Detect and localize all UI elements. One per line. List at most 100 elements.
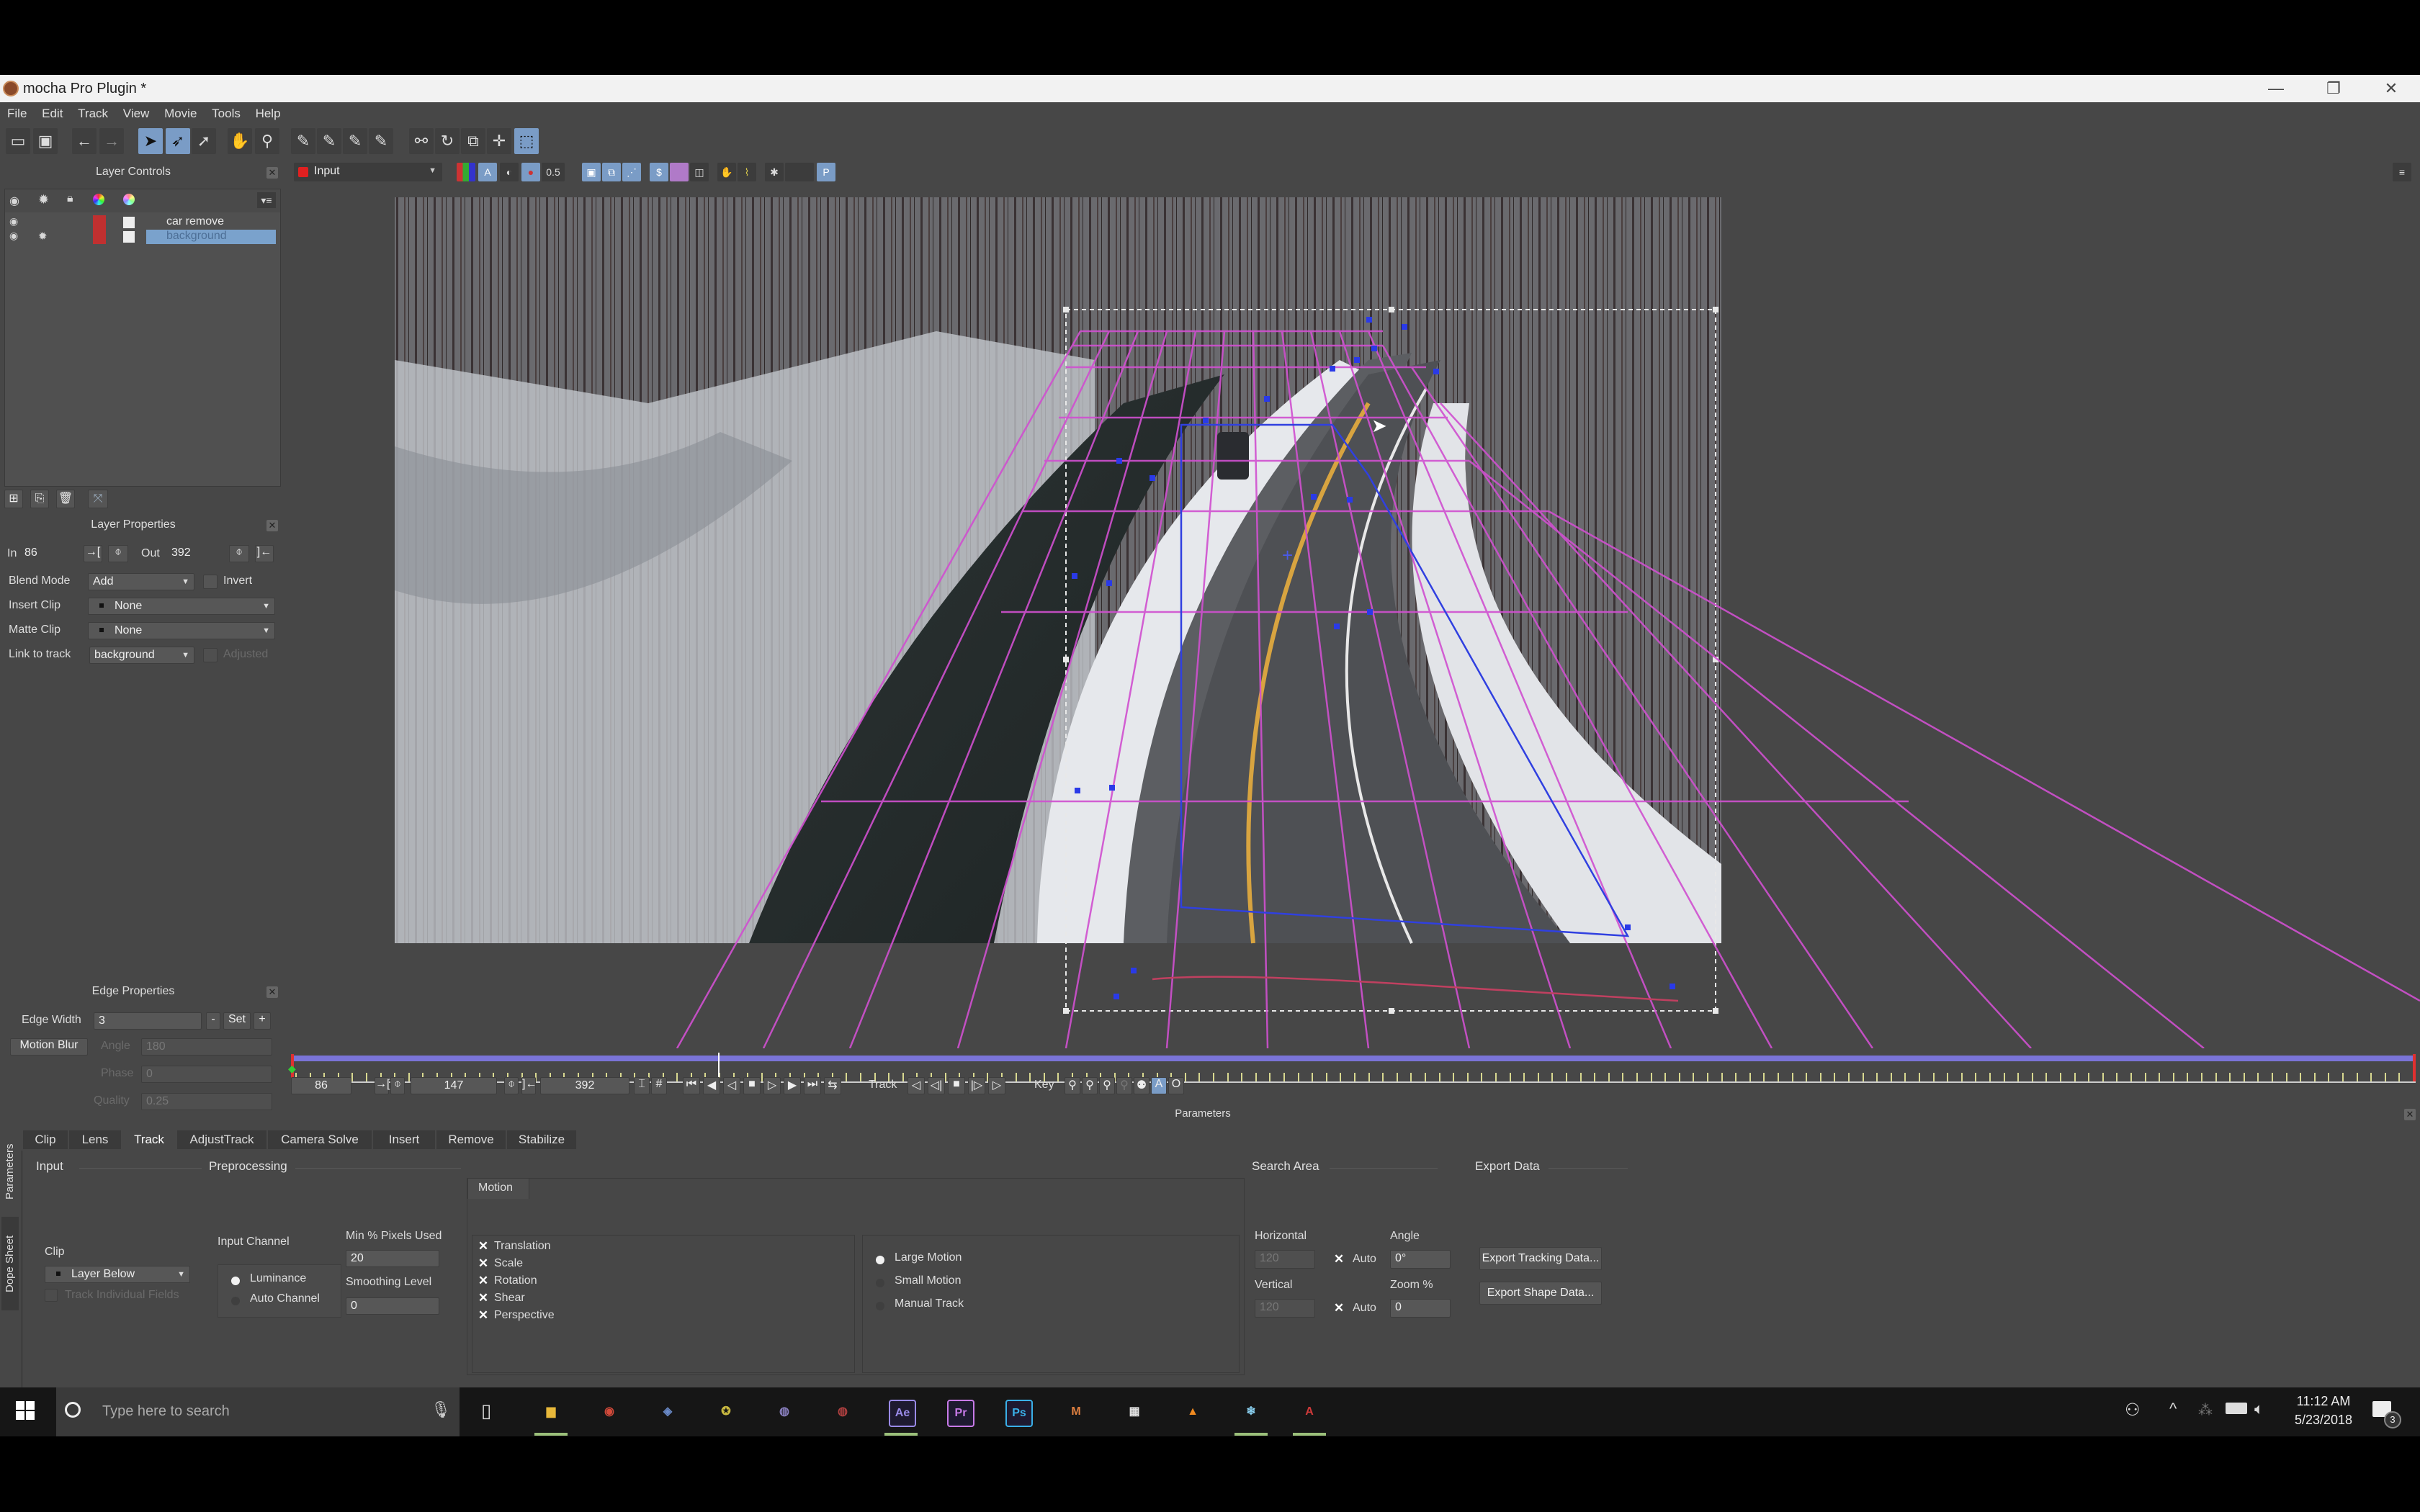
show-hidden-icons-chevron[interactable]: ^ (2169, 1400, 2177, 1418)
motion-tab[interactable]: Motion (467, 1178, 529, 1199)
undo-arrow-icon[interactable]: ← (72, 128, 97, 154)
small-motion-radio[interactable] (876, 1279, 884, 1287)
zoom-field[interactable]: 0 (1390, 1299, 1451, 1318)
viewer-menu-icon[interactable]: ≡ (2393, 163, 2411, 181)
menu-movie[interactable]: Movie (164, 102, 197, 125)
select-bezier-icon[interactable]: ➶ (166, 128, 190, 154)
proxy-button[interactable]: P (817, 163, 835, 181)
app-red-disc-icon[interactable]: ◍ (830, 1400, 855, 1424)
zoom-magnifier-icon[interactable]: ⚲ (255, 128, 279, 154)
surface-icon[interactable]: $ (650, 163, 668, 181)
adjusted-checkbox[interactable] (203, 648, 218, 662)
vertical-auto-checkbox[interactable]: ✕ (1332, 1302, 1345, 1315)
clip-dropdown[interactable]: Input ▼ (294, 163, 442, 181)
go-to-start-icon[interactable]: ⏮ (683, 1077, 700, 1094)
show-layer-icon[interactable]: ▣ (582, 163, 601, 181)
close-icon[interactable]: ✕ (2404, 1109, 2416, 1120)
matte-color-icon[interactable] (123, 194, 135, 205)
frame-range-icon[interactable]: # (651, 1077, 667, 1094)
bezier-pen-icon[interactable]: ✎ (343, 128, 367, 154)
volume-icon[interactable]: 🔈︎ (2254, 1400, 2264, 1418)
people-icon[interactable]: ⚇ (2125, 1400, 2141, 1421)
premiere-icon[interactable]: Pr (947, 1400, 974, 1427)
eye-icon[interactable]: ◉ (9, 230, 18, 242)
rotation-checkbox[interactable]: ✕ (477, 1274, 490, 1287)
maximize-button[interactable]: ❐ (2319, 78, 2348, 99)
track-stop-icon[interactable]: ■ (948, 1077, 965, 1094)
scale-checkbox[interactable]: ✕ (477, 1257, 490, 1270)
horizontal-auto-checkbox[interactable]: ✕ (1332, 1253, 1345, 1266)
move-icon[interactable]: ✛ (487, 128, 511, 154)
surface-select-icon[interactable]: ⬚ (514, 128, 539, 154)
close-icon[interactable]: ✕ (266, 167, 278, 179)
app-purple-disc-icon[interactable]: ◍ (772, 1400, 797, 1424)
mocha-icon[interactable]: M (1064, 1400, 1088, 1424)
eye-icon[interactable]: ◉ (9, 215, 18, 228)
in-keyframe-icon[interactable]: ⌽ (390, 1077, 405, 1094)
play-forward-icon[interactable]: ▶ (784, 1077, 801, 1094)
stabilize-hand-icon[interactable]: ✋ (717, 163, 736, 181)
track-fields-checkbox[interactable] (45, 1289, 58, 1302)
app-snowflake-icon[interactable]: ❄ (1239, 1400, 1263, 1424)
perspective-checkbox[interactable]: ✕ (477, 1309, 490, 1322)
magnifier-view-icon[interactable]: ◫ (690, 163, 709, 181)
add-point-icon[interactable]: ➚ (192, 128, 216, 154)
stop-icon[interactable]: ■ (743, 1077, 761, 1094)
blur-angle-field[interactable]: 180 (141, 1038, 272, 1056)
color-wheel-icon[interactable] (93, 194, 104, 205)
layer-row-selected[interactable]: ◉ ✹ background (5, 230, 280, 244)
blur-phase-field[interactable]: 0 (141, 1066, 272, 1083)
chrome-icon[interactable]: ◉ (597, 1400, 622, 1424)
luminance-radio[interactable] (231, 1277, 240, 1285)
tab-stabilize[interactable]: Stabilize (507, 1130, 576, 1149)
file-explorer-icon[interactable]: ▆ (539, 1400, 563, 1424)
menu-edit[interactable]: Edit (42, 102, 63, 125)
app-yellow-icon[interactable]: ✪ (714, 1400, 738, 1424)
large-motion-radio[interactable] (876, 1256, 884, 1264)
overlay-icon[interactable]: ◐ (500, 163, 519, 181)
auto-key-button[interactable]: A (1151, 1077, 1167, 1094)
open-icon[interactable]: ▭ (6, 128, 30, 154)
side-tab-parameters[interactable]: Parameters (1, 1132, 19, 1211)
bezier-add-icon[interactable]: ✎ (369, 128, 393, 154)
after-effects-icon[interactable]: Ae (889, 1400, 916, 1427)
tab-track[interactable]: Track (122, 1130, 176, 1149)
select-pointer-icon[interactable]: ➤ (138, 128, 163, 154)
save-icon[interactable]: ▣ (33, 128, 58, 154)
trash-icon[interactable]: 🗑︎ (56, 490, 75, 508)
surface-center-crosshair[interactable]: + (1282, 544, 1293, 566)
set-in-icon[interactable]: →[ (84, 545, 102, 562)
clip-source-dropdown[interactable]: Layer Below ▼ (45, 1266, 190, 1283)
in-frame-field[interactable]: 86 (20, 545, 79, 562)
tab-adjusttrack[interactable]: AdjustTrack (177, 1130, 266, 1149)
matte-clip-dropdown[interactable]: None ▼ (88, 622, 275, 639)
out-keyframe-icon[interactable]: ⌽ (229, 545, 249, 562)
set-in-icon[interactable]: →[ (375, 1077, 390, 1094)
acrobat-icon[interactable]: A (1297, 1400, 1322, 1424)
menu-help[interactable]: Help (256, 102, 281, 125)
in-frame-field[interactable]: 86 (291, 1077, 351, 1094)
tangents-icon[interactable]: ⋰ (622, 163, 641, 181)
brightness-icon[interactable]: ✱ (765, 163, 784, 181)
menu-file[interactable]: File (7, 102, 27, 125)
layer-color-swatch[interactable] (93, 215, 106, 230)
decrease-edge-button[interactable]: - (206, 1012, 220, 1030)
menu-track[interactable]: Track (78, 102, 108, 125)
trace-icon[interactable]: ⌇ (738, 163, 756, 181)
scale-icon[interactable]: ⧉ (461, 128, 485, 154)
duplicate-layer-icon[interactable]: ⎘ (30, 490, 49, 508)
invert-checkbox[interactable] (203, 575, 218, 589)
cog-icon[interactable]: ✹ (38, 192, 49, 207)
track-forward-icon[interactable]: ▷ (988, 1077, 1005, 1094)
set-out-icon[interactable]: ]← (255, 545, 274, 562)
close-icon[interactable]: ✕ (266, 986, 278, 998)
xspline-add-icon[interactable]: ✎ (317, 128, 341, 154)
tab-clip[interactable]: Clip (23, 1130, 68, 1149)
side-tab-dope-sheet[interactable]: Dope Sheet (1, 1217, 19, 1310)
pan-hand-icon[interactable]: ✋ (228, 128, 252, 154)
set-edge-button[interactable]: Set (223, 1012, 251, 1030)
clock-time[interactable]: 11:12 AM (2287, 1394, 2360, 1409)
task-view-icon[interactable]: ▯ (481, 1400, 491, 1422)
insert-clip-dropdown[interactable]: None ▼ (88, 598, 275, 615)
network-icon[interactable]: ⁂ (2198, 1401, 2213, 1419)
